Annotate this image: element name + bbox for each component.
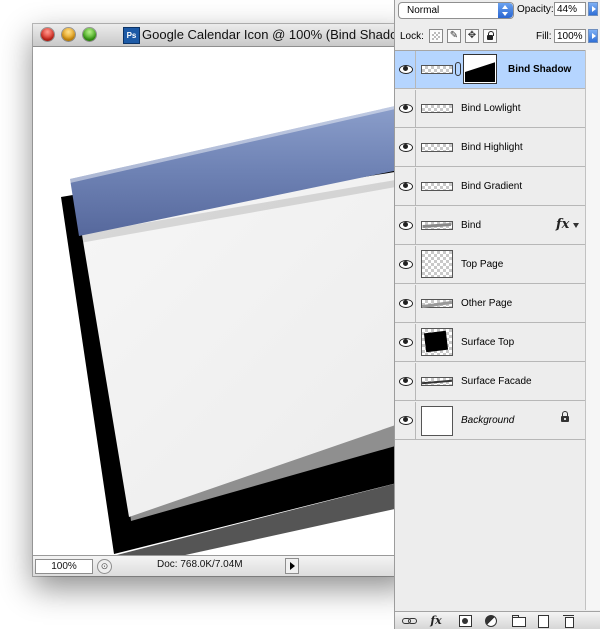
eye-icon[interactable] [395, 129, 416, 166]
document-titlebar[interactable]: Ps Google Calendar Icon @ 100% (Bind Sha… [33, 24, 413, 47]
document-status-bar: 100% ⊙ Doc: 768.0K/7.04M [33, 555, 413, 576]
status-menu-arrow-icon[interactable] [285, 558, 299, 574]
layer-row-bind-gradient[interactable]: Bind Gradient [395, 168, 585, 206]
layer-row-bind-highlight[interactable]: Bind Highlight [395, 129, 585, 167]
layer-name: Background [461, 415, 515, 426]
eye-icon[interactable] [395, 402, 416, 439]
layer-name: Bind Gradient [461, 181, 523, 192]
zoom-level-field[interactable]: 100% [35, 559, 93, 574]
document-canvas[interactable] [33, 47, 413, 555]
layer-name: Surface Facade [461, 376, 532, 387]
add-layer-style-icon[interactable]: fx [428, 614, 444, 627]
layer-name: Bind [461, 220, 482, 231]
eye-icon[interactable] [395, 246, 416, 283]
document-window: Ps Google Calendar Icon @ 100% (Bind Sha… [33, 24, 413, 576]
blend-mode-select[interactable]: Normal [398, 2, 514, 19]
eye-icon[interactable] [395, 324, 416, 361]
layer-thumbnail [421, 250, 453, 278]
eye-icon[interactable] [395, 207, 416, 244]
new-group-folder-icon[interactable] [510, 614, 526, 627]
layer-thumbnail [421, 143, 453, 152]
eye-icon[interactable] [395, 168, 416, 205]
lock-label: Lock: [400, 31, 424, 42]
layer-thumbnail [421, 328, 453, 356]
layer-mask-thumbnail[interactable] [463, 54, 497, 84]
layer-thumbnail [421, 406, 453, 436]
layer-thumbnail [421, 377, 453, 386]
eye-icon[interactable] [395, 90, 416, 127]
layers-panel-footer: fx [395, 611, 600, 629]
lock-position-icon[interactable]: ✥ [465, 29, 479, 43]
trash-icon[interactable] [561, 614, 577, 628]
layers-panel: Normal Opacity: 44% Lock: ✎ ✥ Fill: 100%… [394, 0, 600, 629]
lock-image-pixels-icon[interactable]: ✎ [447, 29, 461, 43]
opacity-slider-icon[interactable] [588, 2, 598, 16]
layers-scrollbar[interactable] [585, 50, 600, 610]
lock-icon [561, 411, 569, 422]
new-layer-icon[interactable] [535, 614, 551, 628]
layer-thumbnail [421, 221, 453, 230]
layer-thumbnail [421, 182, 453, 191]
zoom-icon[interactable] [83, 28, 96, 41]
layer-name: Bind Lowlight [461, 103, 521, 114]
layer-row-background[interactable]: Background [395, 402, 585, 440]
layer-row-surface-facade[interactable]: Surface Facade [395, 363, 585, 401]
close-icon[interactable] [41, 28, 54, 41]
status-options-icon[interactable]: ⊙ [97, 559, 112, 574]
opacity-label: Opacity: [517, 4, 554, 15]
adjustment-layer-icon[interactable] [483, 614, 499, 627]
layer-name: Bind Shadow [508, 64, 572, 75]
opacity-input[interactable]: 44% [554, 2, 586, 16]
calendar-icon-artwork [61, 102, 413, 555]
document-title: Google Calendar Icon @ 100% (Bind Shadow [142, 27, 407, 42]
layer-name: Top Page [461, 259, 504, 270]
layer-row-bind-lowlight[interactable]: Bind Lowlight [395, 90, 585, 128]
chevron-down-icon[interactable] [573, 223, 579, 228]
select-arrows-icon [498, 3, 513, 18]
add-mask-icon[interactable] [457, 614, 473, 627]
link-layers-icon[interactable] [401, 614, 417, 627]
layer-row-top-page[interactable]: Top Page [395, 246, 585, 284]
layer-list: Bind Shadow Bind Lowlight Bind Highlight… [395, 50, 585, 441]
layer-name: Surface Top [461, 337, 515, 348]
blend-mode-value: Normal [407, 5, 440, 16]
layer-row-bind-shadow[interactable]: Bind Shadow [395, 51, 585, 89]
document-size-info: Doc: 768.0K/7.04M [157, 559, 243, 570]
layer-thumbnail [421, 65, 453, 74]
layer-row-bind[interactable]: Bind fx [395, 207, 585, 245]
fill-input[interactable]: 100% [554, 29, 586, 43]
layer-thumbnail [421, 104, 453, 113]
layer-name: Other Page [461, 298, 513, 309]
fill-slider-icon[interactable] [588, 29, 598, 43]
eye-icon[interactable] [395, 285, 416, 322]
layer-name: Bind Highlight [461, 142, 523, 153]
fx-icon[interactable]: fx [556, 217, 569, 232]
link-icon[interactable] [455, 62, 461, 76]
lock-transparent-pixels-icon[interactable] [429, 29, 443, 43]
photoshop-document-icon: Ps [123, 27, 140, 44]
layer-row-other-page[interactable]: Other Page [395, 285, 585, 323]
layer-row-surface-top[interactable]: Surface Top [395, 324, 585, 362]
minimize-icon[interactable] [62, 28, 75, 41]
lock-all-icon[interactable] [483, 29, 497, 43]
eye-icon[interactable] [395, 51, 416, 88]
eye-icon[interactable] [395, 363, 416, 400]
layer-thumbnail [421, 299, 453, 308]
fill-label: Fill: [536, 31, 552, 42]
